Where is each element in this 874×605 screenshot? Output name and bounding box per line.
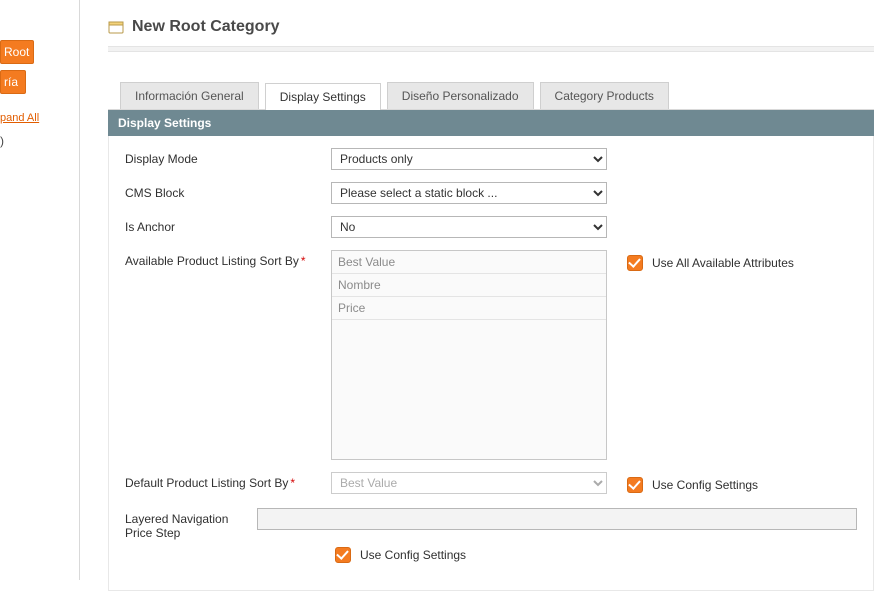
display-settings-form: Display Mode Products only CMS Block Ple… (108, 136, 874, 591)
expand-all-link[interactable]: pand All (0, 112, 39, 124)
select-default-sort-by: Best Value (331, 472, 607, 494)
subcategory-button[interactable]: ría (0, 70, 26, 94)
select-is-anchor[interactable]: No (331, 216, 607, 238)
label-is-anchor: Is Anchor (125, 216, 331, 234)
category-icon (108, 19, 124, 35)
multiselect-available-sort-by[interactable]: Best Value Nombre Price (331, 250, 607, 460)
required-asterisk: * (301, 254, 306, 268)
label-default-sort-use-config: Use Config Settings (652, 478, 758, 492)
checkbox-price-step-use-config[interactable] (335, 547, 351, 563)
label-price-step: Layered Navigation Price Step (125, 508, 257, 540)
left-sidebar: Root ría pand All ) (0, 0, 80, 580)
tab-general[interactable]: Información General (120, 82, 259, 109)
tab-custom-design[interactable]: Diseño Personalizado (387, 82, 534, 109)
header-divider (108, 46, 874, 52)
select-display-mode[interactable]: Products only (331, 148, 607, 170)
tab-display-settings[interactable]: Display Settings (265, 83, 381, 110)
root-button[interactable]: Root (0, 40, 34, 64)
checkbox-default-sort-use-config[interactable] (627, 477, 643, 493)
required-asterisk: * (290, 476, 295, 490)
section-header-display-settings: Display Settings (108, 110, 874, 136)
tab-strip: Información General Display Settings Dis… (108, 82, 874, 110)
label-cms-block: CMS Block (125, 182, 331, 200)
sort-option[interactable]: Price (332, 297, 606, 320)
tree-count-paren: ) (0, 134, 79, 148)
sort-option[interactable]: Nombre (332, 274, 606, 297)
label-default-sort-by: Default Product Listing Sort By* (125, 472, 331, 490)
label-use-all-attributes: Use All Available Attributes (652, 256, 794, 270)
label-display-mode: Display Mode (125, 148, 331, 166)
label-available-sort-by: Available Product Listing Sort By* (125, 250, 331, 268)
label-price-step-use-config: Use Config Settings (360, 548, 466, 562)
page-title: New Root Category (132, 18, 280, 36)
input-price-step (257, 508, 857, 530)
select-cms-block[interactable]: Please select a static block ... (331, 182, 607, 204)
sort-option[interactable]: Best Value (332, 251, 606, 274)
checkbox-use-all-attributes[interactable] (627, 255, 643, 271)
tab-category-products[interactable]: Category Products (540, 82, 669, 109)
